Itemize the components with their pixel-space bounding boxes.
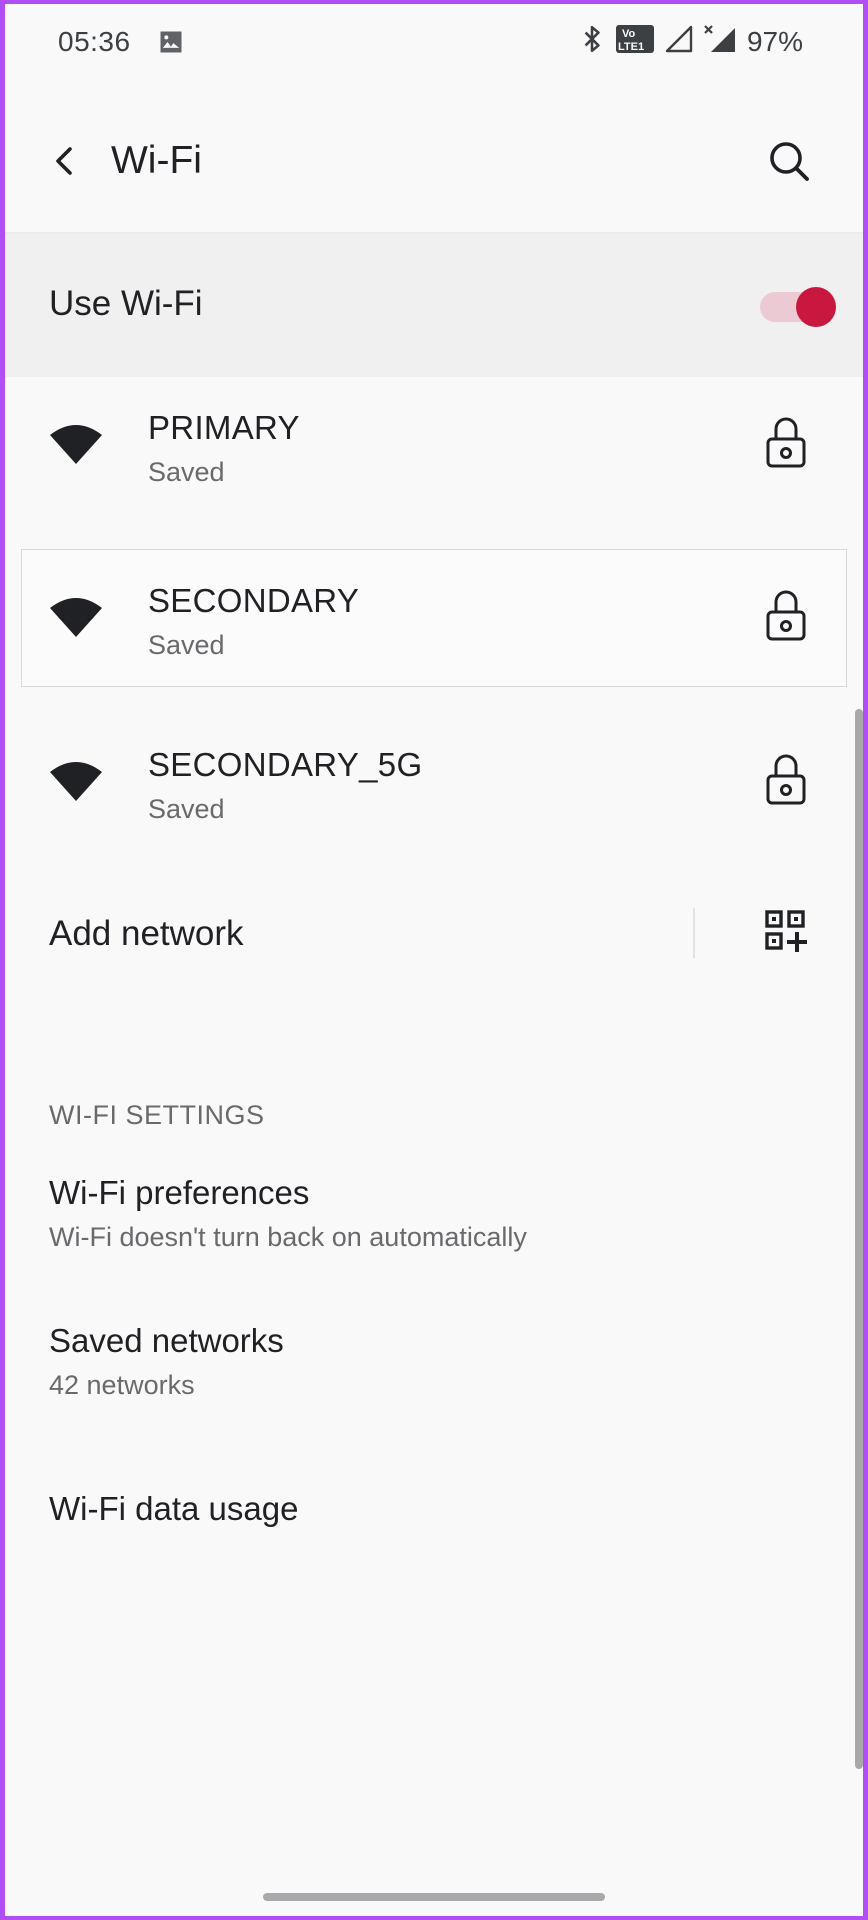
home-indicator[interactable] (263, 1893, 605, 1901)
volte-icon: Vo LTE1 (615, 24, 655, 59)
network-name: PRIMARY (148, 409, 300, 446)
setting-subtitle: Wi-Fi doesn't turn back on automatically (49, 1222, 527, 1252)
page-title: Wi-Fi (111, 139, 202, 182)
add-network-row[interactable]: Add network (5, 884, 863, 984)
toggle-thumb (796, 287, 836, 327)
setting-title: Saved networks (49, 1322, 284, 1359)
wifi-signal-icon (49, 425, 103, 472)
use-wifi-row[interactable]: Use Wi-Fi (5, 234, 863, 377)
setting-title: Wi-Fi preferences (49, 1174, 310, 1211)
network-row[interactable]: PRIMARY Saved (5, 377, 863, 507)
setting-subtitle: 42 networks (49, 1370, 195, 1400)
scrollbar[interactable] (855, 709, 863, 1769)
wifi-toggle-switch[interactable] (756, 285, 836, 327)
lock-icon (764, 588, 808, 647)
battery-level: 97% (746, 25, 803, 57)
network-status: Saved (148, 630, 225, 660)
wifi-settings-screen: 05:36 Vo LTE1 97% Wi-Fi Use Wi-Fi PRIMAR… (5, 4, 863, 1916)
wifi-data-usage-item[interactable]: Wi-Fi data usage (49, 1490, 298, 1528)
status-bar: 05:36 Vo LTE1 97% (5, 4, 863, 84)
image-icon (157, 28, 185, 61)
wifi-signal-icon (49, 762, 103, 809)
search-icon[interactable] (765, 137, 813, 185)
section-header: WI-FI SETTINGS (49, 1100, 265, 1130)
signal-icon (665, 25, 693, 58)
back-arrow-icon[interactable] (43, 139, 87, 183)
status-icons: Vo LTE1 97% (579, 24, 803, 59)
network-status: Saved (148, 457, 225, 487)
wifi-preferences-item[interactable]: Wi-Fi preferences Wi-Fi doesn't turn bac… (49, 1174, 527, 1253)
bluetooth-icon (579, 24, 605, 59)
volte-label-top: Vo (622, 28, 636, 40)
wifi-signal-icon (49, 598, 103, 645)
volte-label-bottom: LTE1 (618, 41, 644, 53)
network-name: SECONDARY (148, 582, 360, 619)
qr-code-add-icon[interactable] (763, 908, 811, 956)
lock-icon (764, 752, 808, 811)
signal-no-data-icon (703, 24, 737, 59)
lock-icon (764, 415, 808, 474)
network-status: Saved (148, 794, 225, 824)
status-time: 05:36 (58, 26, 131, 57)
network-row[interactable]: SECONDARY Saved (5, 554, 863, 684)
app-bar: Wi-Fi (5, 89, 863, 234)
network-name: SECONDARY_5G (148, 746, 423, 783)
use-wifi-label: Use Wi-Fi (49, 284, 203, 323)
add-network-label: Add network (49, 914, 244, 953)
add-network-divider (693, 908, 695, 958)
setting-title: Wi-Fi data usage (49, 1490, 299, 1527)
saved-networks-item[interactable]: Saved networks 42 networks (49, 1322, 284, 1401)
network-row[interactable]: SECONDARY_5G Saved (5, 714, 863, 844)
